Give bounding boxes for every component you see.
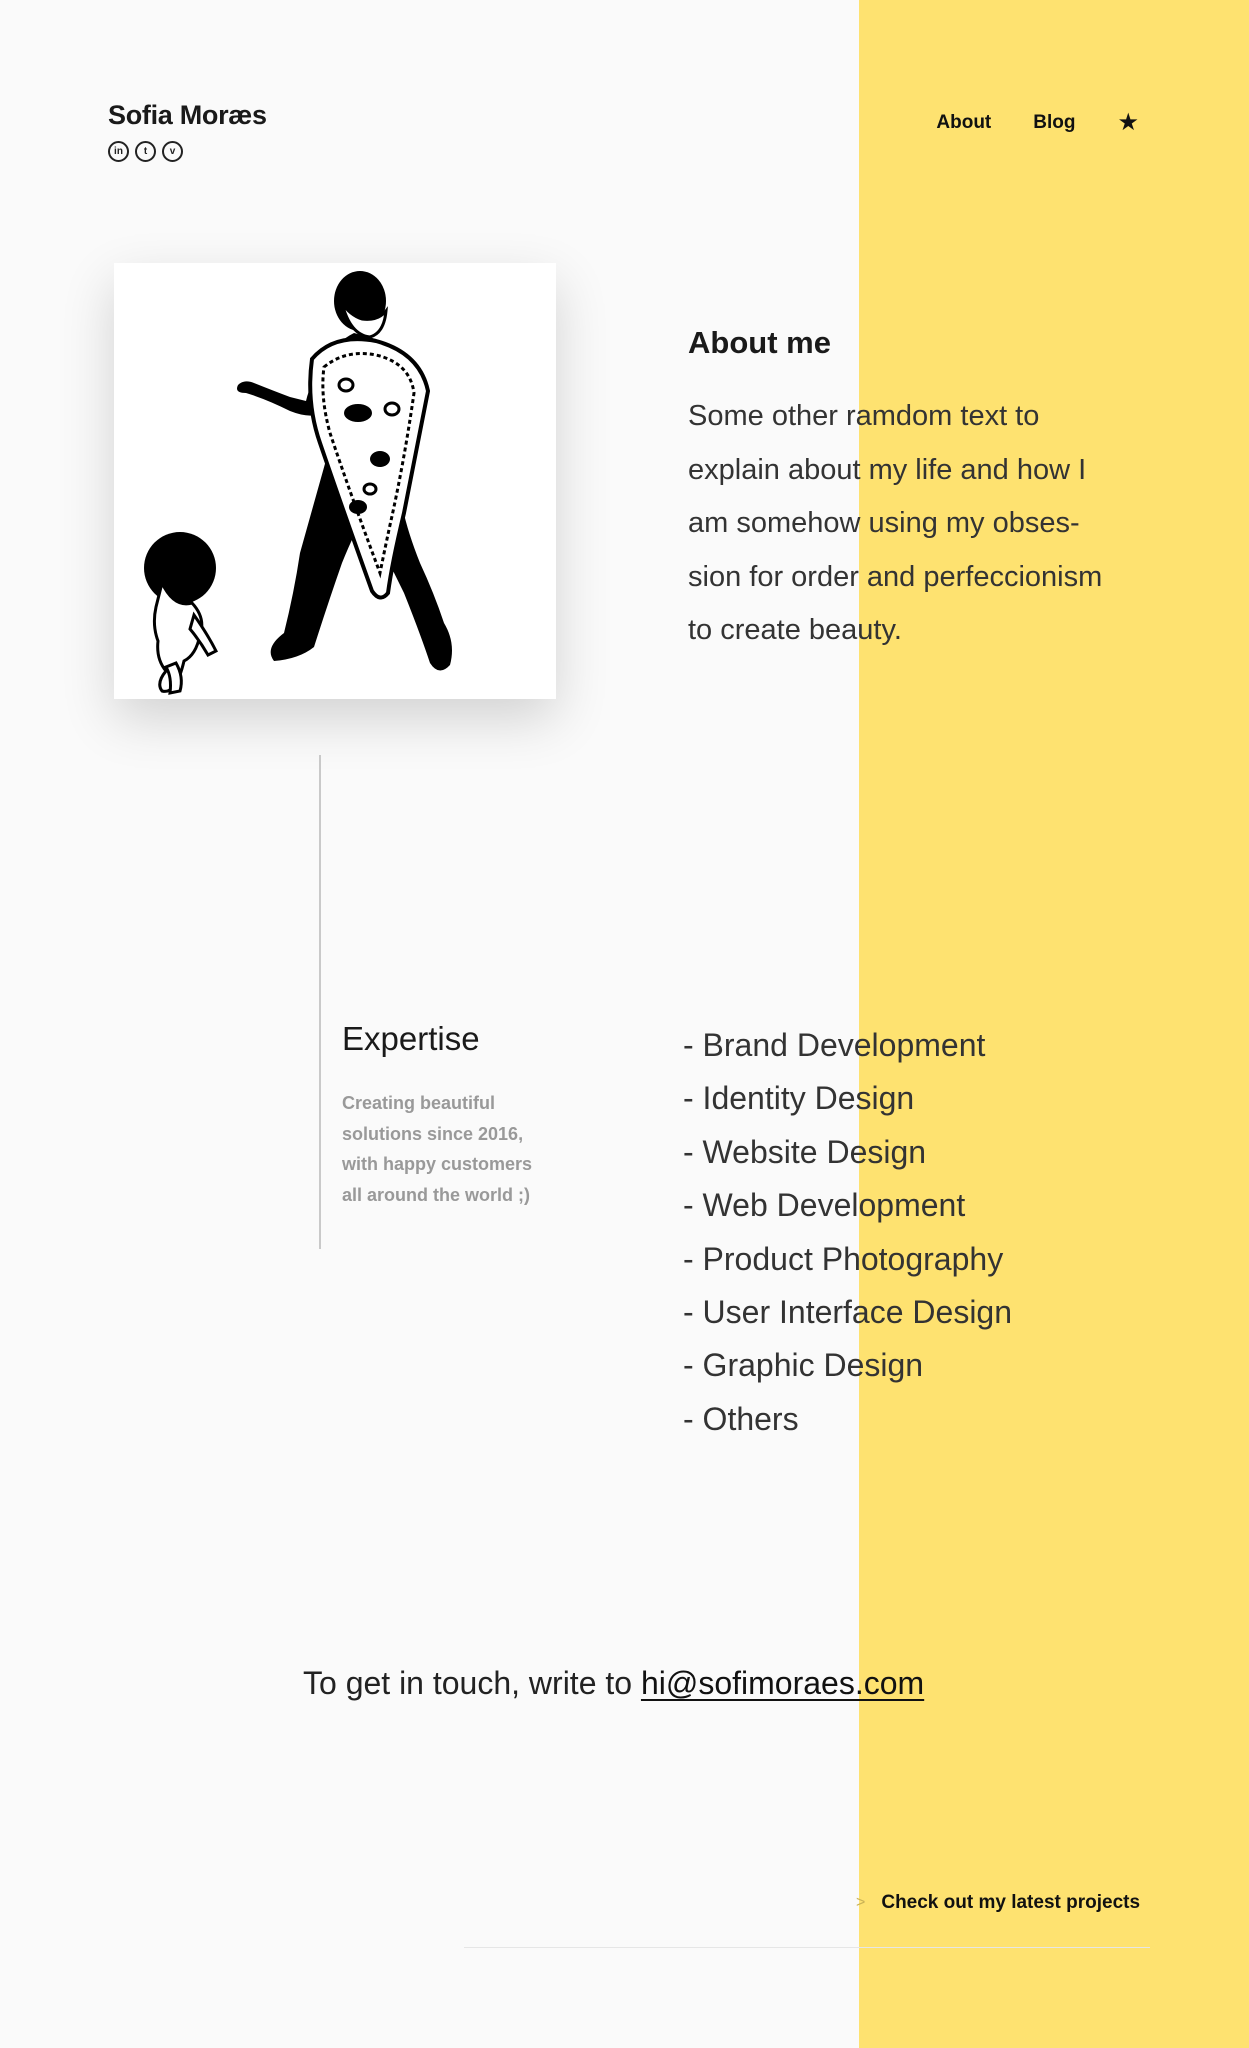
tumblr-icon[interactable]: t <box>135 141 156 162</box>
about-paragraph: Some other ramdom text to explain about … <box>688 390 1158 658</box>
expertise-item: - Others <box>683 1400 799 1437</box>
latest-projects-link[interactable]: Check out my latest projects <box>881 1892 1140 1914</box>
contact-line: To get in touch, write to hi@sofimoraes.… <box>303 1665 924 1702</box>
expertise-subtitle-line: all around the world ;) <box>342 1184 530 1205</box>
about-illustration <box>114 263 556 699</box>
about-line: explain about my life and how I <box>688 453 1087 486</box>
expertise-subtitle-line: Creating beautiful <box>342 1093 496 1113</box>
footer-divider <box>464 1947 1150 1948</box>
vimeo-icon[interactable]: v <box>162 141 183 162</box>
main-nav: About Blog ★ <box>936 111 1139 135</box>
about-line: Some other ramdom text to <box>688 400 1040 432</box>
man-figure <box>237 271 452 671</box>
about-line: am somehow using my obses- <box>688 507 1080 539</box>
nav-blog-link[interactable]: Blog <box>1033 112 1075 134</box>
star-icon[interactable]: ★ <box>1117 111 1139 135</box>
child-figure <box>144 532 219 695</box>
about-line: to create beauty. <box>688 614 902 646</box>
expertise-item: - Identity Design <box>683 1080 915 1117</box>
nav-about-link[interactable]: About <box>936 112 991 134</box>
chevron-right-icon: > <box>856 1894 866 1911</box>
expertise-item: - Website Design <box>683 1133 927 1170</box>
contact-email-link[interactable]: hi@sofimoraes.com <box>641 1665 924 1701</box>
illustration-svg <box>144 271 452 695</box>
expertise-subtitle: Creating beautiful solutions since 2016,… <box>342 1088 562 1210</box>
expertise-subtitle-line: with happy customers <box>342 1154 533 1174</box>
expertise-item: - User Interface Design <box>683 1294 1013 1331</box>
expertise-subtitle-line: solutions since 2016, <box>342 1123 524 1144</box>
expertise-heading: Expertise <box>342 1020 480 1057</box>
expertise-list: - Brand Development - Identity Design - … <box>683 1019 1012 1446</box>
linkedin-icon[interactable]: in <box>108 141 129 162</box>
vertical-divider <box>319 755 321 1249</box>
social-links: in t v <box>108 141 183 162</box>
site-brand[interactable]: Sofia Moræs <box>108 100 267 131</box>
about-line: sion for order and perfeccionism <box>688 560 1103 593</box>
projects-link-row: > Check out my latest projects <box>856 1892 1140 1914</box>
expertise-item: - Product Photography <box>683 1240 1004 1277</box>
about-heading: About me <box>688 325 831 360</box>
expertise-item: - Brand Development <box>683 1027 986 1063</box>
expertise-item: - Graphic Design <box>683 1347 924 1384</box>
expertise-item: - Web Development <box>683 1187 966 1224</box>
contact-prefix: To get in touch, write to <box>303 1665 641 1701</box>
